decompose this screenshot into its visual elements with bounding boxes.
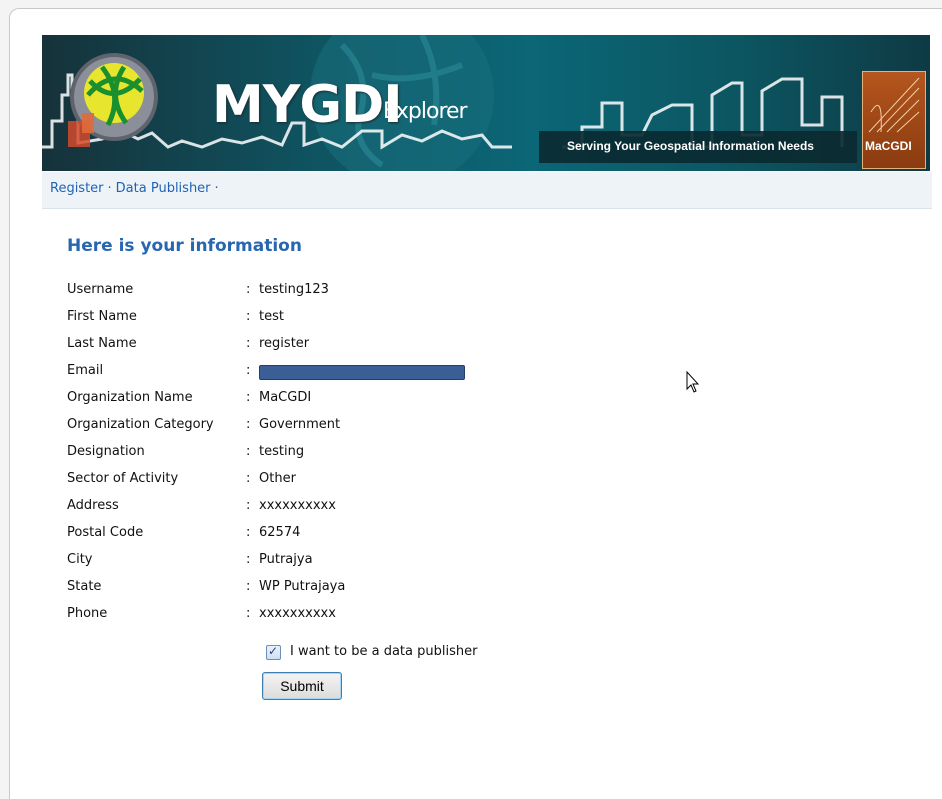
macgdi-logo	[862, 71, 926, 169]
field-value: WP Putrajaya	[259, 579, 346, 594]
field-value: Government	[259, 417, 341, 432]
field-colon: :	[246, 444, 251, 459]
field-value: MaCGDI	[259, 390, 312, 405]
field-value: Other	[259, 471, 296, 486]
field-colon: :	[246, 498, 251, 513]
field-label: State	[67, 579, 102, 594]
field-value: register	[259, 336, 310, 351]
field-colon: :	[246, 525, 251, 540]
nav-link-register[interactable]: Register	[50, 181, 104, 196]
globe-logo-icon	[68, 53, 158, 147]
header-banner: MYGDI Explorer Serving Your Geospatial I…	[42, 35, 930, 171]
macgdi-label: MaCGDI	[865, 139, 912, 153]
field-value: testing123	[259, 282, 329, 297]
field-colon: :	[246, 309, 251, 324]
mouse-pointer-icon	[686, 371, 700, 393]
field-label: First Name	[67, 309, 137, 324]
field-colon: :	[246, 606, 251, 621]
field-label: City	[67, 552, 93, 567]
field-value: xxxxxxxxxx	[259, 606, 336, 621]
field-colon: :	[246, 579, 251, 594]
field-value: Putrajya	[259, 552, 313, 567]
checkbox-checked-icon: ✓	[268, 644, 279, 658]
submit-button[interactable]: Submit	[262, 672, 342, 700]
logo-wordmark: MYGDI	[212, 75, 403, 135]
nav-link-data-publisher[interactable]: Data Publisher	[116, 181, 211, 196]
field-label: Phone	[67, 606, 108, 621]
field-colon: :	[246, 552, 251, 567]
field-label: Email	[67, 363, 104, 378]
field-value: 62574	[259, 525, 301, 540]
email-redacted-block	[259, 365, 465, 380]
tagline: Serving Your Geospatial Information Need…	[567, 139, 814, 153]
field-label: Sector of Activity	[67, 471, 179, 486]
field-colon: :	[246, 282, 251, 297]
field-value: testing	[259, 444, 305, 459]
logo-subtext: Explorer	[383, 99, 468, 124]
field-label: Last Name	[67, 336, 137, 351]
field-label: Organization Category	[67, 417, 214, 432]
field-label: Username	[67, 282, 134, 297]
field-colon: :	[246, 336, 251, 351]
nav-bar: Register · Data Publisher ·	[42, 172, 932, 209]
field-label: Postal Code	[67, 525, 144, 540]
field-label: Address	[67, 498, 119, 513]
field-colon: :	[246, 471, 251, 486]
macgdi-emblem-icon	[868, 77, 920, 133]
data-publisher-checkbox[interactable]: ✓	[266, 644, 281, 660]
field-value: xxxxxxxxxx	[259, 498, 336, 513]
page-title: Here is your information	[67, 236, 302, 256]
data-publisher-checkbox-label[interactable]: I want to be a data publisher	[290, 644, 477, 659]
nav-separator: ·	[107, 181, 112, 196]
field-colon: :	[246, 363, 251, 378]
field-colon: :	[246, 417, 251, 432]
field-value: test	[259, 309, 284, 324]
field-colon: :	[246, 390, 251, 405]
field-label: Designation	[67, 444, 145, 459]
field-label: Organization Name	[67, 390, 193, 405]
nav-separator: ·	[214, 181, 219, 196]
